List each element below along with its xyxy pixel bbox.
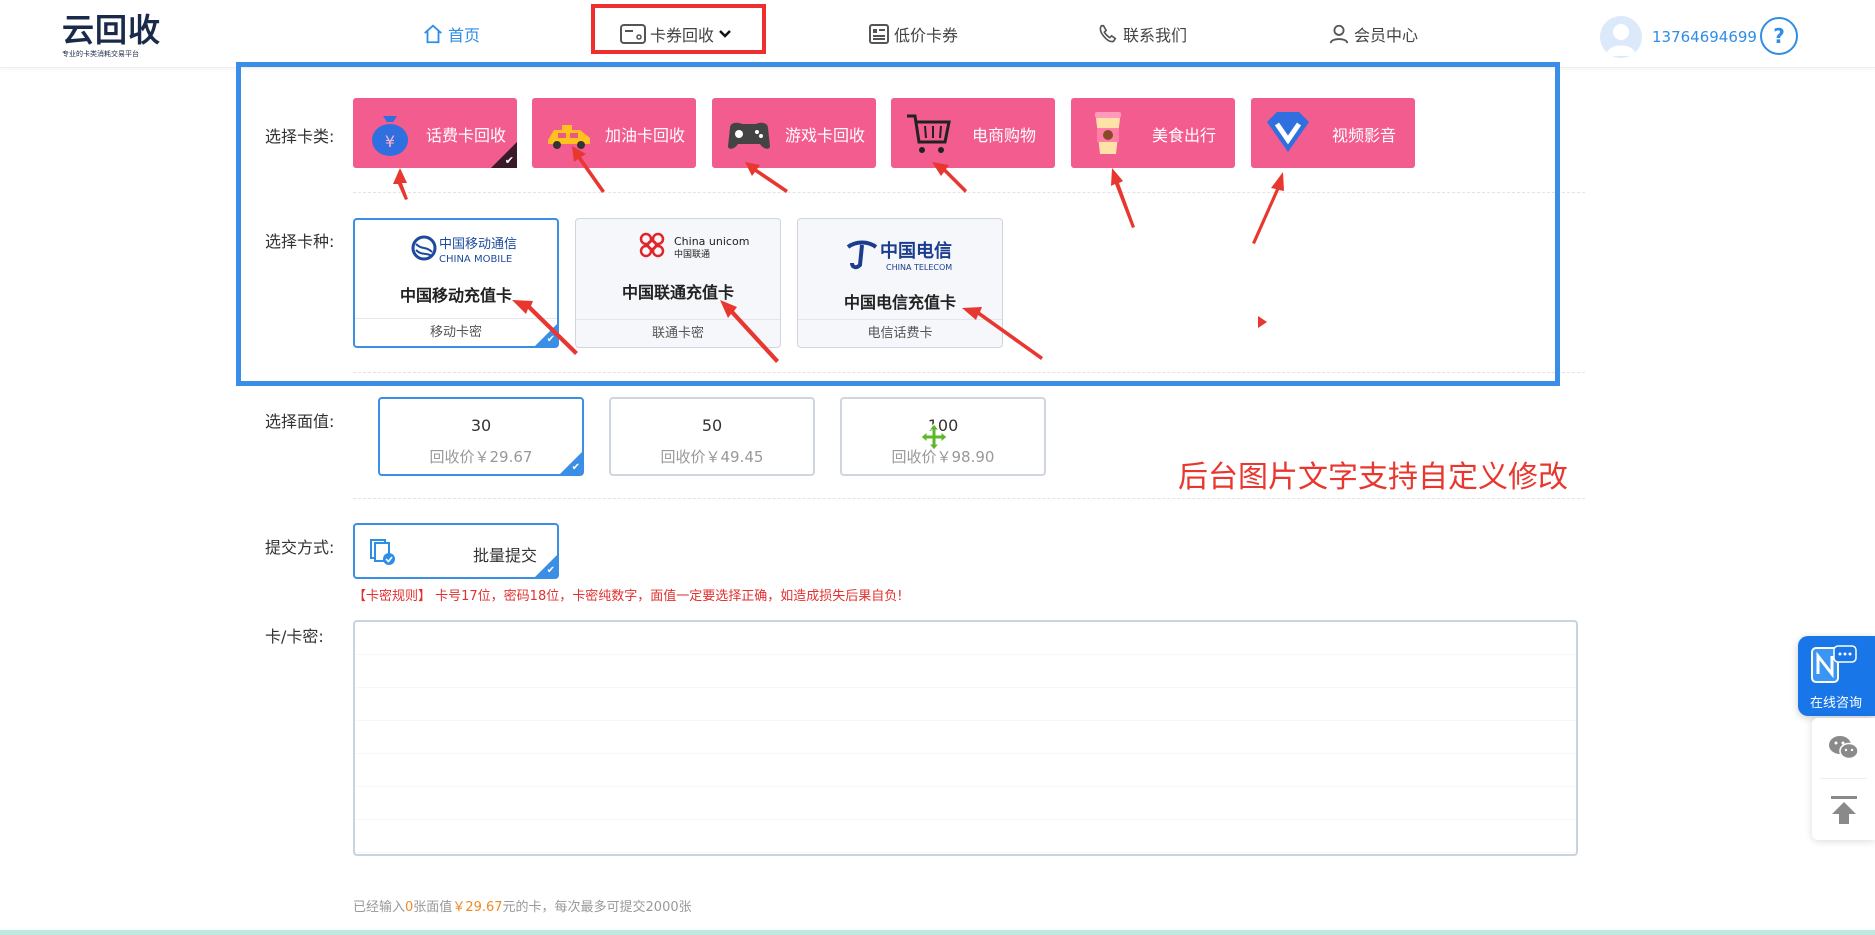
value-price: 回收价￥49.45	[660, 448, 764, 466]
user-phone[interactable]: 13764694699	[1652, 28, 1757, 46]
value-option-30[interactable]: 30 回收价￥29.67 ✔	[378, 397, 584, 476]
page: 云回收 专业的卡类消耗交易平台 首页 卡券回收 低价卡券 联系我们 会员中心 1…	[0, 0, 1875, 935]
nav-member-label: 会员中心	[1354, 26, 1419, 45]
voucher-icon	[869, 24, 889, 44]
online-consult-button[interactable]: 在线咨询	[1798, 636, 1875, 716]
customization-note: 后台图片文字支持自定义修改	[1178, 460, 1568, 495]
value-amount: 30	[470, 416, 492, 435]
nav-home-label: 首页	[448, 26, 481, 45]
nav-home[interactable]: 首页	[422, 19, 480, 49]
stats-suffix: 元的卡，每次最多可提交2000张	[502, 900, 692, 915]
nav-member[interactable]: 会员中心	[1328, 19, 1418, 49]
divider	[353, 498, 1585, 499]
value-option-100[interactable]: 100 回收价￥98.90	[840, 397, 1046, 476]
card-input-label: 卡/卡密:	[265, 627, 324, 646]
logo-title: 云回收	[62, 11, 162, 49]
home-icon	[424, 24, 442, 44]
float-toolbar	[1812, 718, 1875, 840]
nav-low-price-label: 低价卡券	[894, 26, 959, 45]
value-option-50[interactable]: 50 回收价￥49.45	[609, 397, 815, 476]
submit-batch-option[interactable]: 批量提交 ✔	[353, 523, 559, 579]
nav-annotation-box	[591, 4, 766, 54]
logo[interactable]: 云回收 专业的卡类消耗交易平台	[62, 12, 168, 58]
stats-prefix: 已经输入	[353, 900, 406, 915]
avatar-icon	[1606, 24, 1636, 56]
avatar[interactable]	[1600, 16, 1642, 58]
card-number-textarea[interactable]	[353, 620, 1578, 856]
wechat-icon[interactable]	[1828, 734, 1860, 762]
phone-icon	[1099, 24, 1117, 43]
stats-mid: 张面值	[413, 900, 453, 915]
value-amount: 50	[701, 416, 723, 435]
move-cursor-icon	[920, 423, 948, 451]
check-icon: ✔	[571, 462, 580, 473]
divider	[1820, 778, 1867, 779]
submit-batch-label: 批量提交	[473, 546, 538, 565]
help-button[interactable]: ?	[1760, 17, 1798, 55]
nav-contact-label: 联系我们	[1123, 26, 1188, 45]
consult-label: 在线咨询	[1810, 696, 1863, 711]
card-rule-text: 【卡密规则】 卡号17位，密码18位，卡密纯数字，面值一定要选择正确，如造成损失…	[353, 589, 903, 604]
value-price: 回收价￥29.67	[429, 448, 533, 466]
check-icon: ✔	[546, 565, 555, 576]
footer-strip	[0, 930, 1875, 935]
value-label: 选择面值:	[265, 412, 335, 431]
batch-submit-icon	[370, 539, 395, 565]
annotation-highlight-box	[236, 62, 1560, 386]
nav-contact[interactable]: 联系我们	[1097, 19, 1187, 49]
user-icon	[1329, 24, 1349, 44]
input-stats: 已经输入0张面值￥29.67元的卡，每次最多可提交2000张	[353, 896, 692, 915]
submit-method-label: 提交方式:	[265, 538, 335, 557]
consult-chat-icon	[1811, 645, 1857, 683]
stats-amount: ￥29.67	[452, 900, 503, 915]
top-header: 云回收 专业的卡类消耗交易平台 首页 卡券回收 低价卡券 联系我们 会员中心 1…	[0, 0, 1875, 68]
logo-slogan: 专业的卡类消耗交易平台	[62, 50, 139, 58]
nav-low-price[interactable]: 低价卡券	[868, 19, 958, 49]
back-to-top-icon[interactable]	[1829, 794, 1859, 826]
